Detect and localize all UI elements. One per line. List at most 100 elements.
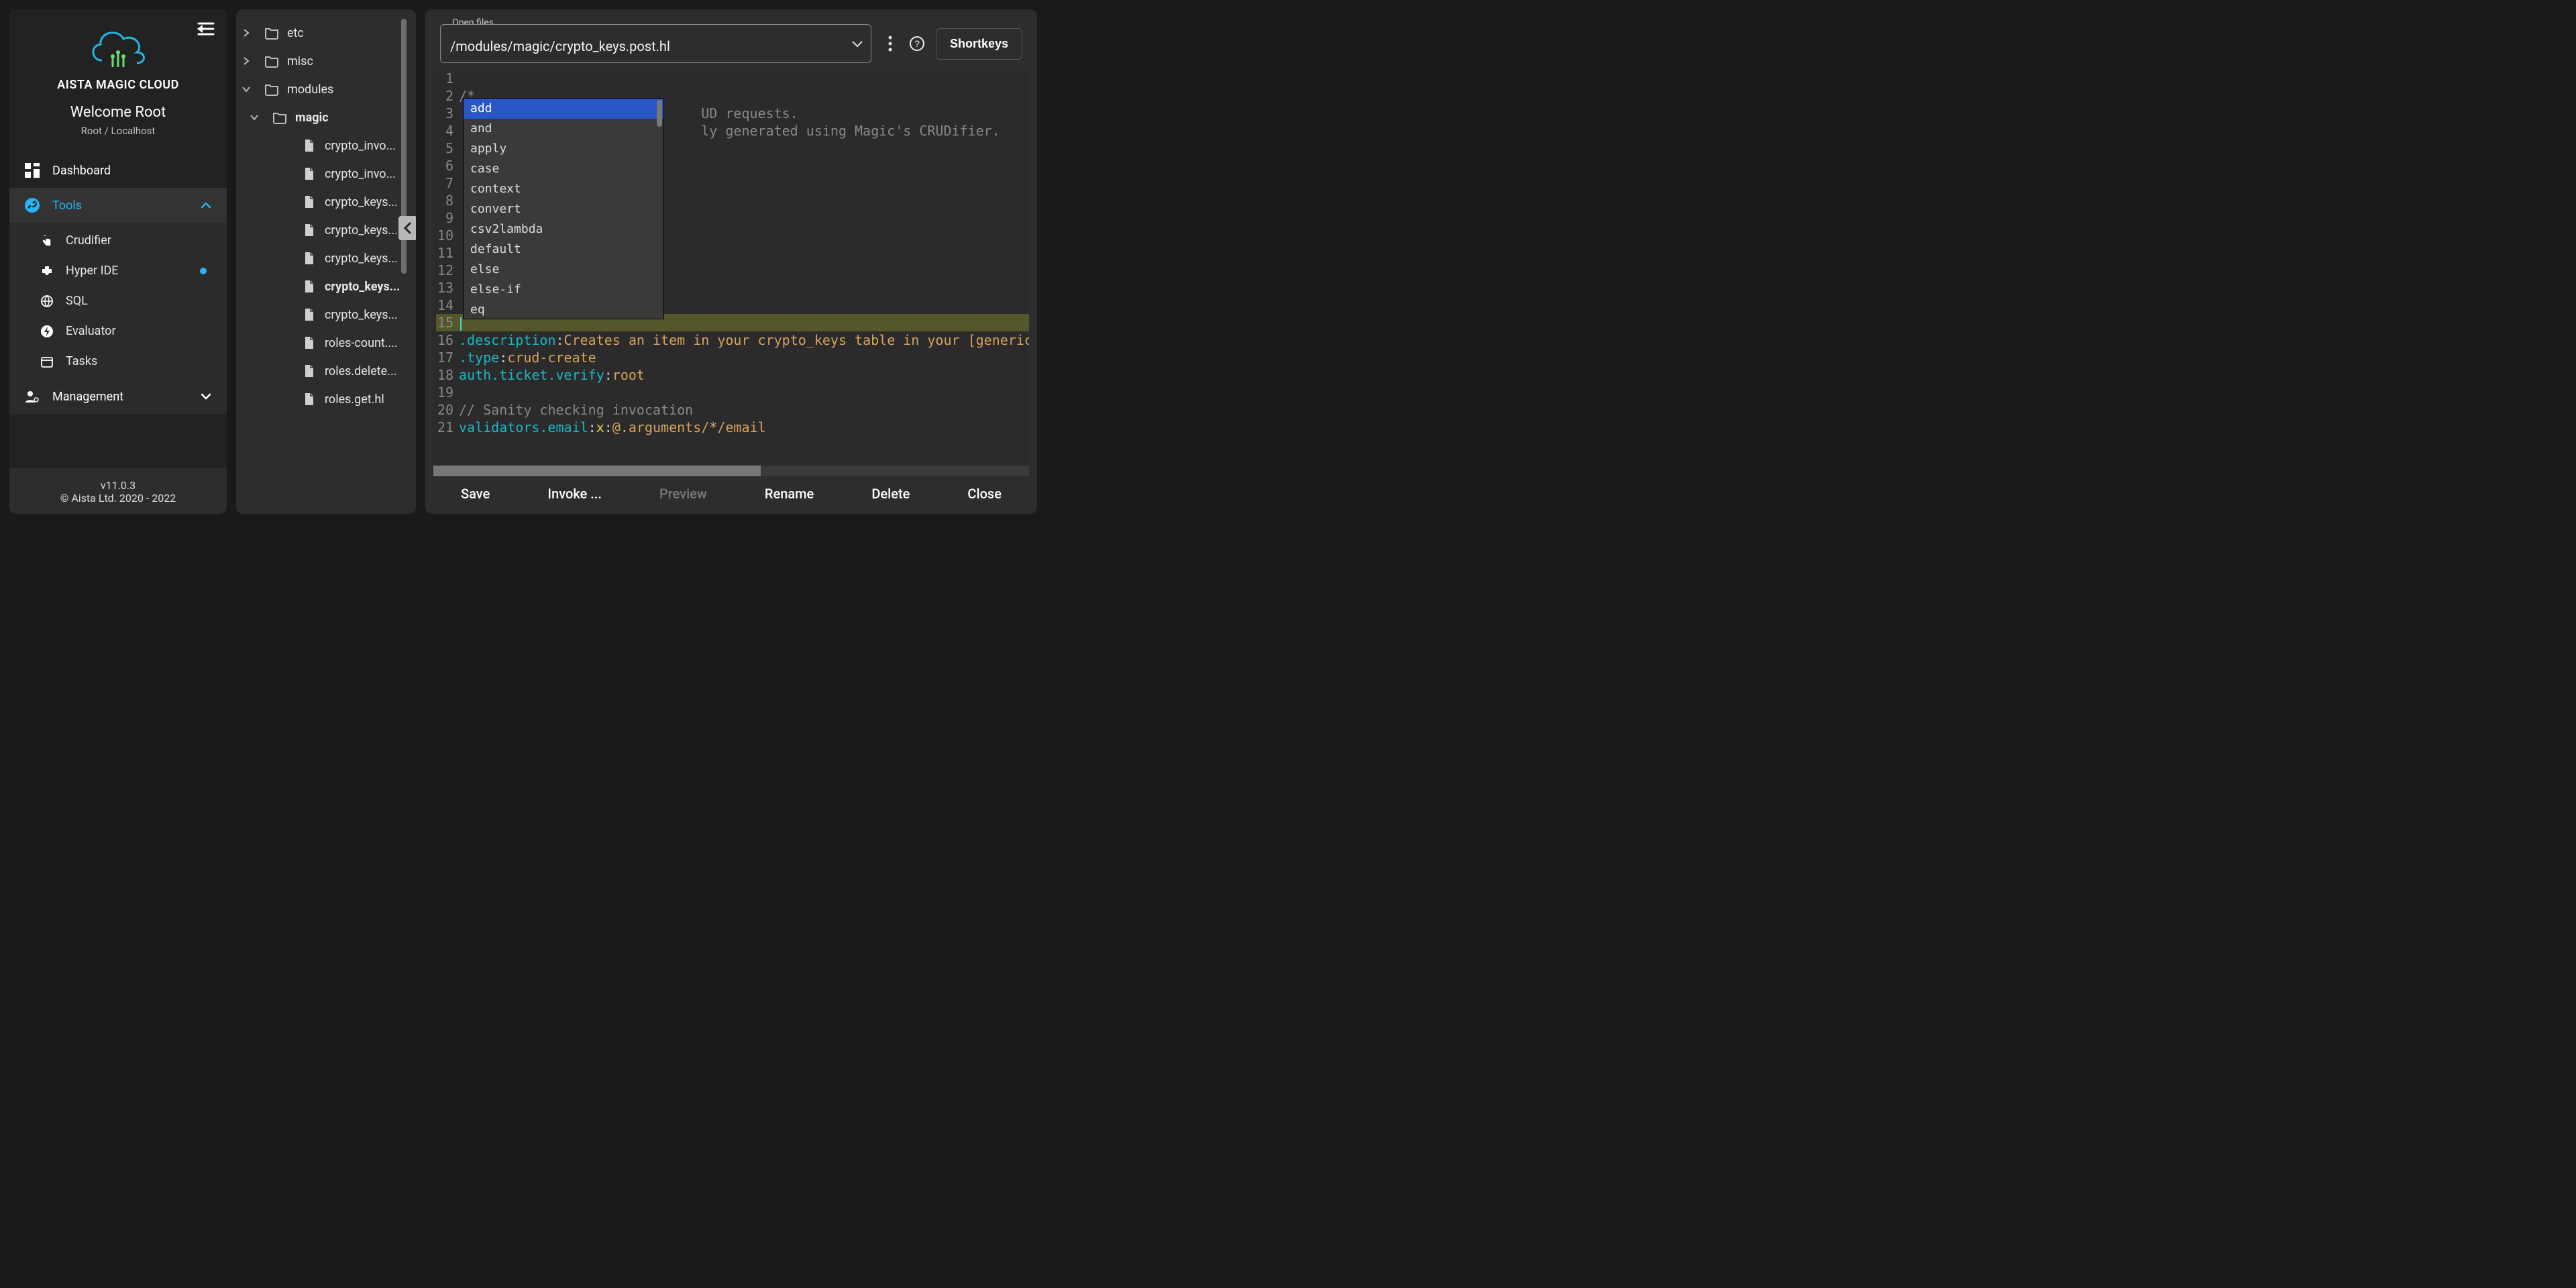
autocomplete-item[interactable]: apply bbox=[464, 139, 663, 159]
tools-item-crudifier[interactable]: Crudifier bbox=[9, 225, 227, 256]
code-line[interactable]: 17.type:crud-create bbox=[436, 349, 1029, 366]
tree-item-label: crypto_keys... bbox=[325, 223, 398, 237]
sidebar-nav: Dashboard Tools Crudifier bbox=[9, 148, 227, 468]
tree-item-label: crypto_keys... bbox=[325, 308, 398, 322]
sidebar-item-label: Tools bbox=[52, 199, 82, 213]
tree-file[interactable]: crypto_keys... bbox=[236, 188, 412, 216]
code-line[interactable]: 20// Sanity checking invocation bbox=[436, 401, 1029, 419]
tree-file[interactable]: crypto_invo... bbox=[236, 131, 412, 160]
menu-toggle-button[interactable] bbox=[197, 21, 215, 36]
shortkeys-button[interactable]: Shortkeys bbox=[936, 28, 1022, 60]
tree-file[interactable]: crypto_invo... bbox=[236, 160, 412, 188]
code-line[interactable]: 18auth.ticket.verify:root bbox=[436, 366, 1029, 384]
gutter-linenumber: 8 bbox=[436, 192, 459, 209]
menu-toggle-icon bbox=[197, 21, 215, 36]
chevron-down-icon bbox=[250, 113, 264, 122]
tree-file[interactable]: roles.delete... bbox=[236, 357, 412, 385]
autocomplete-item[interactable]: convert bbox=[464, 199, 663, 219]
editor-horizontal-scrollbar[interactable] bbox=[433, 466, 1029, 476]
gutter-linenumber: 20 bbox=[436, 401, 459, 419]
tree-folder[interactable]: misc bbox=[236, 47, 412, 75]
file-icon bbox=[302, 364, 317, 378]
autocomplete-scrollbar[interactable] bbox=[657, 100, 662, 127]
more-options-button[interactable] bbox=[882, 36, 898, 52]
tree-file[interactable]: roles-count.... bbox=[236, 329, 412, 357]
caret bbox=[460, 317, 462, 331]
svg-text:?: ? bbox=[914, 38, 920, 49]
editor-header: Open files ... /modules/magic/crypto_key… bbox=[425, 9, 1037, 70]
tools-item-evaluator[interactable]: Evaluator bbox=[9, 316, 227, 346]
open-file-select[interactable]: /modules/magic/crypto_keys.post.hl bbox=[440, 24, 871, 63]
tree-file[interactable]: roles.get.hl bbox=[236, 385, 412, 413]
autocomplete-item[interactable]: else bbox=[464, 260, 663, 280]
code-line[interactable]: 21validators.email:x:@.arguments/*/email bbox=[436, 419, 1029, 436]
chevron-down-icon bbox=[241, 85, 256, 94]
tree-file[interactable]: crypto_keys... bbox=[236, 272, 412, 301]
autocomplete-item[interactable]: csv2lambda bbox=[464, 219, 663, 239]
code-editor[interactable]: 12/*3xxxxxxxxxxxxxxxxxxxxxxxxxxxxxxUD re… bbox=[433, 70, 1029, 466]
dashboard-icon bbox=[24, 162, 40, 178]
tree-file[interactable]: crypto_keys... bbox=[236, 216, 412, 244]
gutter-linenumber: 4 bbox=[436, 122, 459, 140]
autocomplete-item[interactable]: add bbox=[464, 99, 663, 119]
open-file-value: /modules/magic/crypto_keys.post.hl bbox=[450, 38, 670, 54]
invoke-button[interactable]: Invoke ... bbox=[547, 486, 602, 502]
tools-item-tasks[interactable]: Tasks bbox=[9, 346, 227, 376]
file-icon bbox=[302, 195, 317, 209]
panel-collapse-button[interactable] bbox=[398, 216, 416, 240]
tree-item-label: roles.delete... bbox=[325, 364, 396, 378]
bolt-icon bbox=[40, 325, 54, 338]
gutter-linenumber: 9 bbox=[436, 209, 459, 227]
tree-file[interactable]: crypto_keys... bbox=[236, 301, 412, 329]
help-icon: ? bbox=[909, 36, 925, 52]
tools-item-label: Hyper IDE bbox=[66, 264, 119, 278]
scrollbar-thumb[interactable] bbox=[433, 466, 761, 476]
tree-item-label: magic bbox=[295, 111, 329, 125]
rename-button[interactable]: Rename bbox=[765, 486, 814, 502]
close-button[interactable]: Close bbox=[967, 486, 1002, 502]
tools-item-sql[interactable]: SQL bbox=[9, 286, 227, 316]
gutter-linenumber: 10 bbox=[436, 227, 459, 244]
tools-item-label: Tasks bbox=[66, 354, 97, 368]
code-line[interactable]: 16.description:Creates an item in your c… bbox=[436, 331, 1029, 349]
tree-item-label: crypto_invo... bbox=[325, 167, 396, 181]
gutter-linenumber: 3 bbox=[436, 105, 459, 122]
autocomplete-item[interactable]: and bbox=[464, 119, 663, 139]
code-line[interactable]: 19 bbox=[436, 384, 1029, 401]
tree-folder[interactable]: modules bbox=[236, 75, 412, 103]
tree-file[interactable]: crypto_keys... bbox=[236, 244, 412, 272]
save-button[interactable]: Save bbox=[461, 486, 490, 502]
sidebar-item-tools[interactable]: Tools bbox=[9, 188, 227, 223]
file-icon bbox=[302, 279, 317, 294]
tree-item-label: roles.get.hl bbox=[325, 392, 384, 407]
tree-folder[interactable]: magic bbox=[236, 103, 412, 131]
gutter-linenumber: 7 bbox=[436, 174, 459, 192]
product-logo bbox=[86, 23, 150, 71]
autocomplete-item[interactable]: eq bbox=[464, 300, 663, 319]
sidebar-item-dashboard[interactable]: Dashboard bbox=[9, 153, 227, 188]
file-tree[interactable]: etcmisc modules magic crypto_invo... crypto_… bbox=[236, 19, 412, 504]
tree-folder[interactable]: etc bbox=[236, 19, 412, 47]
gutter-linenumber: 21 bbox=[436, 419, 459, 436]
autocomplete-item[interactable]: case bbox=[464, 159, 663, 179]
sidebar-item-management[interactable]: Management bbox=[9, 379, 227, 414]
chevron-down-icon bbox=[200, 390, 212, 402]
autocomplete-popup[interactable]: addandapplycasecontextconvertcsv2lambdad… bbox=[463, 98, 664, 319]
chevron-left-icon bbox=[403, 222, 413, 234]
tools-item-hyperide[interactable]: Hyper IDE bbox=[9, 256, 227, 286]
breadcrumb: Root / Localhost bbox=[81, 125, 156, 137]
wrench-icon bbox=[24, 197, 40, 213]
file-icon bbox=[302, 307, 317, 322]
kebab-icon bbox=[888, 36, 892, 52]
delete-button[interactable]: Delete bbox=[871, 486, 910, 502]
autocomplete-item[interactable]: else-if bbox=[464, 280, 663, 300]
help-button[interactable]: ? bbox=[909, 36, 925, 52]
autocomplete-item[interactable]: default bbox=[464, 239, 663, 260]
editor-panel: Open files ... /modules/magic/crypto_key… bbox=[425, 9, 1037, 514]
autocomplete-item[interactable]: context bbox=[464, 179, 663, 199]
gutter-linenumber: 11 bbox=[436, 244, 459, 262]
code-line[interactable]: 1 bbox=[436, 70, 1029, 87]
gutter-linenumber: 13 bbox=[436, 279, 459, 297]
preview-button: Preview bbox=[659, 486, 707, 502]
tree-item-label: modules bbox=[287, 83, 333, 97]
